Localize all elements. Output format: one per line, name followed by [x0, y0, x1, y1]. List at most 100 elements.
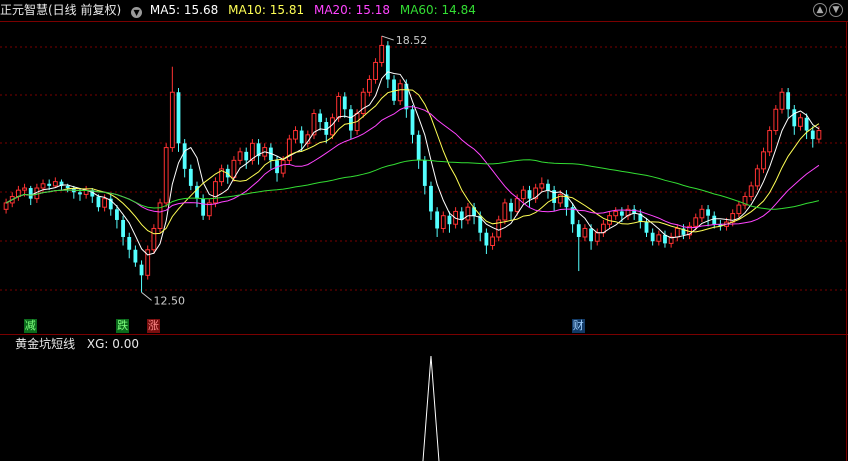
signal-badge: 涨: [146, 319, 160, 333]
ma5-label: MA5: 15.68: [149, 3, 219, 17]
candle-body: [40, 183, 46, 189]
candle-body: [201, 198, 206, 216]
candle-body: [484, 232, 489, 246]
candle-body: [96, 196, 101, 208]
candle-body: [163, 147, 169, 204]
candle-body: [121, 219, 125, 237]
candle-body: [754, 168, 760, 187]
ma60-label: MA60: 14.84: [399, 3, 476, 17]
candle-body: [392, 79, 396, 101]
candle-body: [318, 113, 323, 123]
candle-body: [385, 45, 390, 80]
candle-body: [435, 211, 440, 229]
candle-body: [3, 202, 9, 210]
candle-body: [576, 224, 581, 237]
ma-line-ma60: [5, 159, 820, 210]
candle-body: [440, 215, 446, 229]
candle-body: [527, 190, 532, 199]
candle-body: [169, 91, 175, 149]
indicator-value: XG: 0.00: [86, 337, 140, 351]
candle-body: [761, 151, 766, 170]
chevron-down-icon[interactable]: ▼: [131, 7, 143, 18]
candle-body: [706, 209, 710, 216]
candle-body: [520, 189, 526, 200]
candle-body: [133, 249, 138, 263]
candle-body: [349, 109, 353, 131]
signal-badge: 跌: [116, 319, 130, 333]
candle-body: [410, 109, 415, 135]
scroll-up-icon[interactable]: ▲: [813, 3, 827, 17]
low-price-label: 12.50: [154, 294, 186, 307]
candle-body: [422, 160, 427, 186]
candle-body: [28, 188, 33, 199]
candle-body: [748, 185, 754, 198]
indicator-title: 黄金坑短线: [15, 337, 76, 351]
candle-body: [804, 117, 809, 131]
candle-body: [342, 96, 347, 110]
candle-body: [447, 215, 452, 225]
low-marker-line: [141, 291, 152, 301]
candle-body: [773, 108, 779, 132]
candle-body: [231, 159, 237, 178]
candle-body: [693, 217, 699, 227]
candle-body: [336, 96, 342, 119]
candle-body: [213, 181, 218, 204]
candle-body: [582, 227, 588, 238]
candle-body: [280, 159, 286, 174]
candle-body: [619, 211, 624, 216]
candle-body: [397, 83, 403, 102]
candle-body: [176, 92, 181, 144]
candle-body: [712, 215, 717, 225]
candle-body: [699, 208, 705, 219]
candle-body: [663, 234, 667, 244]
candle-body: [674, 227, 680, 238]
high-price-label: 18.52: [396, 34, 428, 47]
candle-body: [127, 236, 132, 250]
stock-chart[interactable]: 18.52 12.50: [0, 0, 848, 461]
candle-body: [102, 198, 108, 208]
candle-body: [47, 183, 52, 186]
candle-body: [792, 109, 797, 127]
candle-body: [366, 78, 372, 93]
signal-badge: 财: [571, 319, 585, 333]
indicator-header: ▼ 黄金坑短线 XG: 0.00: [0, 335, 848, 353]
candle-body: [656, 234, 662, 242]
candle-body: [293, 130, 298, 140]
candle-body: [182, 143, 187, 169]
candle-body: [22, 187, 27, 191]
candle-body: [139, 264, 144, 276]
candle-body: [650, 232, 655, 242]
candle-body: [546, 183, 550, 191]
candle-body: [798, 117, 803, 127]
chevron-down-icon[interactable]: ▼: [2, 337, 11, 351]
candle-body: [810, 130, 815, 140]
signal-badge: 减: [23, 319, 37, 333]
candle-body: [767, 130, 773, 153]
chart-header: 正元智慧(日线 前复权) ▼ MA5: 15.68 MA10: 15.81 MA…: [0, 0, 848, 20]
candle-body: [157, 202, 163, 229]
xg-signal-spike: [422, 355, 440, 461]
candle-body: [736, 204, 742, 215]
scroll-down-icon[interactable]: ▼: [829, 3, 843, 17]
candle-body: [151, 227, 157, 251]
candle-body: [816, 130, 822, 140]
candle-body: [502, 202, 508, 221]
candle-body: [644, 222, 649, 233]
candle-body: [594, 232, 600, 242]
stock-title: 正元智慧(日线 前复权): [0, 3, 122, 17]
candle-body: [465, 206, 471, 221]
candle-body: [244, 151, 249, 161]
candle-body: [188, 168, 193, 186]
candle-body: [237, 151, 243, 161]
candle-body: [78, 192, 82, 195]
candle-body: [539, 183, 545, 189]
candle-body: [429, 185, 433, 212]
candle-body: [779, 91, 785, 110]
candle-body: [52, 181, 58, 187]
candle-body: [115, 209, 119, 220]
candle-body: [379, 44, 385, 63]
candle-body: [373, 61, 378, 80]
ma20-label: MA20: 15.18: [313, 3, 391, 17]
candle-body: [589, 228, 593, 242]
candle-body: [299, 130, 304, 144]
